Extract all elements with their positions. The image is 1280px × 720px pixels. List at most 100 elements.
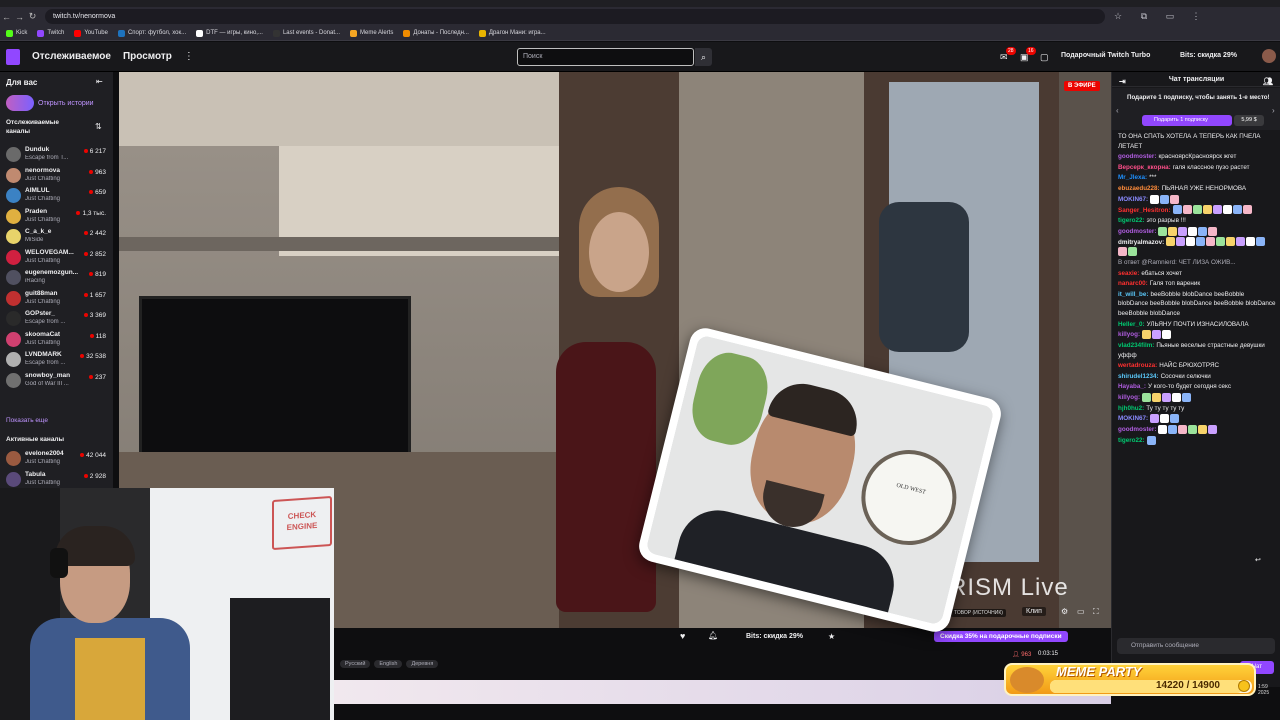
url-field[interactable]: twitch.tv/nenormova [45,9,1105,24]
bits-discount-button[interactable]: Bits: скидка 29% [1180,52,1237,59]
channel-viewers: 237 [89,374,106,381]
chat-username[interactable]: dmitryalmazov: [1118,239,1164,246]
chat-username[interactable]: goodmoster: [1118,228,1156,235]
sidebar-channel-item[interactable]: Dunduk Escape from T... 6 217 [6,144,110,164]
gift-subs-promo-button[interactable]: Скидка 35% на подарочные подписки [934,631,1068,642]
sidebar-channel-item[interactable]: Praden Just Chatting 1,3 тыс. [6,206,110,226]
subscribe-star-icon[interactable]: ★ [828,632,835,641]
notifications-bell-icon[interactable]: 🔔︎ [708,631,718,640]
chat-username[interactable]: killyog: [1118,394,1140,401]
sidebar-channel-item[interactable]: C_a_k_e MiSide 2 442 [6,226,110,246]
chat-username[interactable]: shirudel1234: [1118,373,1159,380]
menu-icon[interactable]: ⋮ [1183,11,1209,22]
fullscreen-icon[interactable]: ⛶ [1093,607,1099,617]
theatre-mode-icon[interactable]: ▭ [1077,607,1085,616]
bookmark-item[interactable]: Twitch [37,29,64,37]
chat-username[interactable]: goodmoster: [1118,153,1156,160]
chat-username[interactable]: ebuzaedu228: [1118,185,1160,192]
reply-arrow-icon[interactable]: ↩ [1255,556,1261,564]
nav-following[interactable]: Отслеживаемое [32,51,111,62]
channel-viewers: 819 [89,271,106,278]
nav-browse[interactable]: Просмотр [123,51,172,62]
open-stories-button[interactable]: Открыть истории [6,95,94,111]
chat-username[interactable]: Hayaba_: [1118,383,1146,390]
extensions-icon[interactable]: ⧉ [1131,11,1157,22]
chat-username[interactable]: Mr_Jlexa: [1118,174,1147,181]
search-icon[interactable]: ⌕ [695,48,712,66]
sidebar-channel-item[interactable]: LVNDMARK Escape from ... 32 538 [6,349,110,369]
bookmark-item[interactable]: Драгон Мани: игра... [478,29,546,37]
bookmark-item[interactable]: Донаты - Последн... [403,29,469,37]
chat-username[interactable]: MOKIN67: [1118,415,1148,422]
chat-message: seaxie: ебаться хочет [1118,269,1276,279]
sidebar-channel-item[interactable]: eugenemozgun... iRacing 819 [6,267,110,287]
back-icon[interactable]: ← [0,12,13,22]
channel-avatar [6,290,21,306]
chat-emote-icon [1170,194,1180,204]
chat-emote-icon [1162,392,1172,402]
sort-icon[interactable]: ⇅ [95,122,102,131]
gift-price[interactable]: 5,99 $ [1234,115,1264,126]
chevron-left-icon[interactable]: ‹ [1116,106,1119,115]
channel-avatar [6,331,21,347]
search-input[interactable]: Поиск [517,48,694,66]
clip-button[interactable]: Клип [1022,607,1046,616]
sidebar-channel-item[interactable]: AIMLUL Just Chatting 659 [6,185,110,205]
bookmark-item[interactable]: Meme Alerts [350,29,393,37]
bookmark-item[interactable]: Спорт: футбол, хок... [117,29,186,37]
twitch-logo-icon[interactable] [6,48,20,65]
sidebar-channel-item[interactable]: GOPster_ Escape from ... 3 369 [6,308,110,328]
chat-username[interactable]: MOKIN67: [1118,196,1148,203]
chat-username[interactable]: tigero22: [1118,217,1145,224]
stream-tag[interactable]: English [374,660,403,668]
sidebar-channel-item[interactable]: snowboy_man God of War III ... 237 [6,370,110,390]
channel-name: AIMLUL [25,187,50,194]
sidebar-channel-item[interactable]: WELOVEGAM... Just Chatting 2 852 [6,247,110,267]
show-more-link[interactable]: Показать еще [6,417,48,424]
chat-input[interactable]: Отправить сообщение [1117,638,1275,654]
chat-users-icon[interactable]: 👥︎ [1263,74,1273,89]
stream-tag[interactable]: Деревня [406,660,439,668]
sidebar-channel-item[interactable]: Tabula Just Chatting 2 928 [6,469,110,489]
stream-tag[interactable]: Русский [340,660,371,668]
sidebar-channel-item[interactable]: nenormova Just Chatting 963 [6,165,110,185]
chat-username[interactable]: hjh0hu2: [1118,405,1144,412]
user-avatar[interactable] [1262,49,1276,63]
chat-username[interactable]: Heller_0: [1118,321,1145,328]
chat-username[interactable]: nanarc00: [1118,280,1148,287]
sidebar-channel-item[interactable]: guit88man Just Chatting 1 657 [6,288,110,308]
chat-username[interactable]: seaxie: [1118,270,1139,277]
more-icon[interactable]: ⋮ [184,51,194,62]
chat-emote-icon [1246,237,1256,247]
sidebar-icon[interactable]: ▭ [1157,11,1183,22]
chat-username[interactable]: Sanger_Hesitron: [1118,207,1171,214]
follow-heart-icon[interactable]: ♥ [680,631,685,641]
gift-turbo-button[interactable]: Подарочный Twitch Turbo [1061,52,1150,59]
forward-icon[interactable]: → [13,12,26,22]
chat-username[interactable]: killyog: [1118,331,1140,338]
notifications-icon[interactable]: ✉ 28 [1000,47,1016,63]
sidebar-channel-item[interactable]: skoomaCat Just Chatting 118 [6,329,110,349]
bookmark-item[interactable]: DTF — игры, кино,... [196,29,263,37]
gift-sub-button[interactable]: Подарить 1 подписку [1142,115,1232,126]
bookmark-item[interactable]: Last events - Donat... [272,29,340,37]
settings-icon[interactable]: ⚙ [1061,607,1068,616]
bookmark-star-icon[interactable]: ☆ [1105,11,1131,22]
chat-username[interactable]: it_will_be: [1118,291,1148,298]
collapse-chat-icon[interactable]: ⇥ [1119,74,1126,89]
inbox-icon[interactable]: ▣ 16 [1020,47,1036,63]
whispers-icon[interactable]: ▢ [1040,52,1049,63]
chat-username[interactable]: tigero22: [1118,437,1145,444]
chat-username[interactable]: Версерк_ккорна: [1118,164,1171,171]
sidebar-channel-item[interactable]: evelone2004 Just Chatting 42 044 [6,448,110,468]
collapse-sidebar-icon[interactable]: ⇤ [96,77,103,86]
chat-username[interactable]: wertadrouza: [1118,362,1157,369]
chat-username[interactable]: goodmoster: [1118,426,1156,433]
chat-username[interactable]: vlad234film: [1118,342,1154,349]
chevron-right-icon[interactable]: › [1272,106,1275,115]
reload-icon[interactable]: ↻ [26,11,39,22]
bits-discount-link[interactable]: Bits: скидка 29% [746,633,803,640]
chat-emote-icon [1178,425,1188,434]
bookmark-item[interactable]: YouTube [74,29,108,37]
bookmark-item[interactable]: Kick [6,29,27,37]
